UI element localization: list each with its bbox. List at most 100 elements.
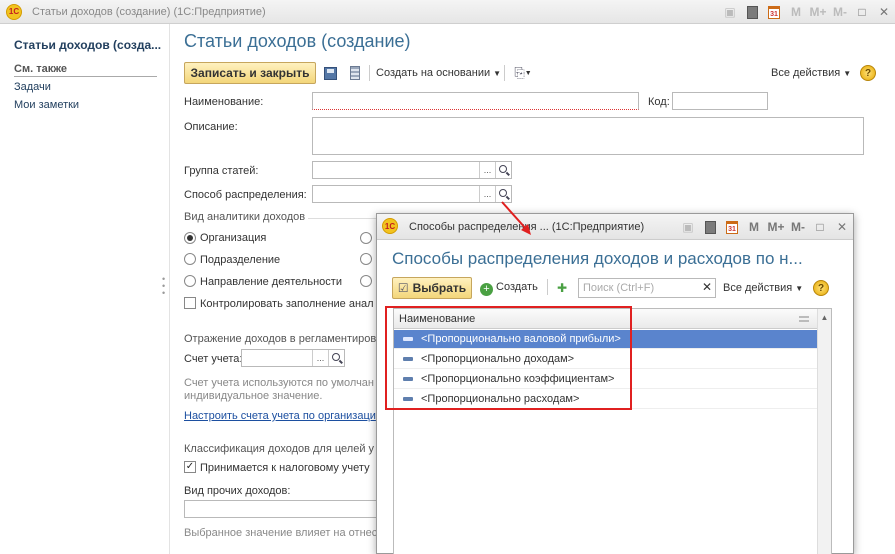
name-input[interactable]	[312, 92, 639, 110]
radio-department[interactable]	[184, 253, 196, 265]
dialog-all-actions-menu[interactable]: Все действия ▼	[723, 282, 803, 294]
maximize-button[interactable]: □	[851, 1, 873, 23]
calculator-button[interactable]	[741, 1, 763, 23]
other-income-label: Вид прочих доходов:	[184, 485, 291, 497]
app-logo-icon: 1С	[6, 3, 22, 20]
save-button[interactable]	[321, 64, 339, 82]
radio-department-label: Подразделение	[200, 254, 281, 266]
memory-minus-button[interactable]: M-	[829, 1, 851, 23]
toolbar-divider	[547, 279, 548, 295]
create-label: Создать	[496, 281, 538, 293]
window-titlebar: 1С Статьи доходов (создание) (1С:Предпри…	[0, 0, 895, 24]
nav-item-tasks[interactable]: Задачи	[14, 81, 51, 93]
select-icon: ☑	[397, 281, 409, 295]
dialog-heading: Способы распределения доходов и расходов…	[392, 249, 803, 268]
search-placeholder: Поиск (Ctrl+F)	[583, 282, 655, 294]
chevron-down-icon: ▼	[493, 69, 502, 78]
memory-m-button[interactable]: M	[785, 1, 807, 23]
description-textarea[interactable]	[312, 117, 864, 155]
close-button[interactable]: ✕	[831, 216, 853, 238]
code-input[interactable]	[672, 92, 768, 110]
nav-item-notes[interactable]: Мои заметки	[14, 99, 79, 111]
calculator-button[interactable]	[699, 216, 721, 238]
close-button[interactable]: ✕	[873, 1, 895, 23]
group-open-button[interactable]	[495, 162, 511, 178]
other-income-note: Выбранное значение влияет на отнес	[184, 527, 378, 539]
all-actions-menu[interactable]: Все действия ▼	[771, 67, 851, 79]
radio-option[interactable]	[360, 253, 372, 265]
table-scrollbar[interactable]: ▲	[817, 309, 831, 554]
save-and-close-button[interactable]: Записать и закрыть	[184, 62, 316, 84]
highlight-box	[385, 306, 632, 410]
print-icon[interactable]: ▣	[677, 216, 699, 238]
dialog-title: Способы распределения ... (1С:Предприяти…	[409, 221, 645, 233]
titlebar-controls: ▣ 31 M M+ M- □ ✕	[719, 0, 895, 24]
print-forms-button[interactable]: ⎘ ▼	[510, 64, 536, 82]
search-icon	[498, 189, 507, 197]
group-select-button[interactable]: ...	[479, 162, 495, 178]
select-button[interactable]: ☑ Выбрать	[392, 277, 472, 299]
calculator-icon	[746, 5, 758, 19]
distribution-label: Способ распределения:	[184, 189, 307, 201]
post-button[interactable]	[346, 64, 364, 82]
radio-option[interactable]	[360, 232, 372, 244]
memory-m-button[interactable]: M	[743, 216, 765, 238]
analytics-group-header: Вид аналитики доходов	[184, 211, 306, 223]
group-input[interactable]: ...	[312, 161, 512, 179]
radio-organization[interactable]	[184, 232, 196, 244]
memory-plus-button[interactable]: M+	[765, 216, 787, 238]
tax-accounting-checkbox[interactable]: ✓	[184, 461, 196, 473]
create-based-on-menu[interactable]: Создать на основании ▼	[376, 67, 501, 79]
other-income-input[interactable]	[184, 500, 384, 518]
form-title: Статьи доходов (создание)	[184, 31, 411, 51]
tax-accounting-label: Принимается к налоговому учету	[200, 462, 370, 474]
radio-option[interactable]	[360, 275, 372, 287]
calendar-button[interactable]: 31	[763, 1, 785, 23]
toolbar-divider	[369, 65, 370, 81]
radio-activity[interactable]	[184, 275, 196, 287]
print-icon: ⎘	[514, 65, 525, 80]
help-icon[interactable]: ?	[860, 65, 876, 81]
calculator-icon	[704, 220, 716, 234]
dialog-titlebar: 1С Способы распределения ... (1С:Предпри…	[377, 214, 853, 240]
window-title: Статьи доходов (создание) (1С:Предприяти…	[32, 5, 266, 18]
chevron-down-icon: ▼	[843, 69, 852, 78]
dialog-help-icon[interactable]: ?	[813, 280, 829, 296]
print-icon[interactable]: ▣	[719, 1, 741, 23]
document-list-icon	[350, 66, 360, 80]
calendar-icon: 31	[768, 5, 780, 19]
chevron-down-icon: ▼	[524, 69, 532, 77]
calendar-icon: 31	[726, 220, 738, 234]
control-fill-checkbox[interactable]	[184, 297, 196, 309]
distribution-select-button[interactable]: ...	[479, 186, 495, 202]
description-label: Описание:	[184, 121, 238, 133]
radio-organization-label: Организация	[200, 232, 267, 244]
configure-accounts-link[interactable]: Настроить счета учета по организаци	[184, 410, 376, 422]
control-fill-label: Контролировать заполнение анал	[200, 298, 374, 310]
dialog-search-input[interactable]: Поиск (Ctrl+F) ✕	[578, 278, 716, 298]
distribution-input[interactable]: ...	[312, 185, 512, 203]
plus-icon: +	[480, 283, 493, 296]
maximize-button[interactable]: □	[809, 216, 831, 238]
memory-minus-button[interactable]: M-	[787, 216, 809, 238]
panel-resize-handle[interactable]: • • •	[162, 275, 165, 298]
clear-search-icon[interactable]: ✕	[702, 280, 712, 294]
reflection-group-header: Отражение доходов в регламентиров	[184, 333, 377, 345]
toolbar-divider	[504, 65, 505, 81]
create-button[interactable]: + Создать	[480, 281, 538, 296]
nav-title[interactable]: Статьи доходов (созда...	[14, 38, 161, 52]
memory-plus-button[interactable]: M+	[807, 1, 829, 23]
account-input[interactable]: ...	[241, 349, 345, 367]
account-label: Счет учета:	[184, 353, 243, 365]
calendar-button[interactable]: 31	[721, 216, 743, 238]
create-group-button[interactable]: ✚	[553, 279, 571, 297]
distribution-open-button[interactable]	[495, 186, 511, 202]
scroll-up-icon[interactable]: ▲	[818, 309, 831, 325]
dialog-titlebar-controls: ▣ 31 M M+ M- □ ✕	[677, 214, 853, 240]
radio-activity-label: Направление деятельности	[200, 276, 342, 288]
search-icon	[498, 165, 507, 173]
app-logo-icon: 1С	[382, 218, 398, 234]
account-select-button[interactable]: ...	[312, 350, 328, 366]
create-based-on-label: Создать на основании	[376, 67, 491, 79]
account-open-button[interactable]	[328, 350, 344, 366]
